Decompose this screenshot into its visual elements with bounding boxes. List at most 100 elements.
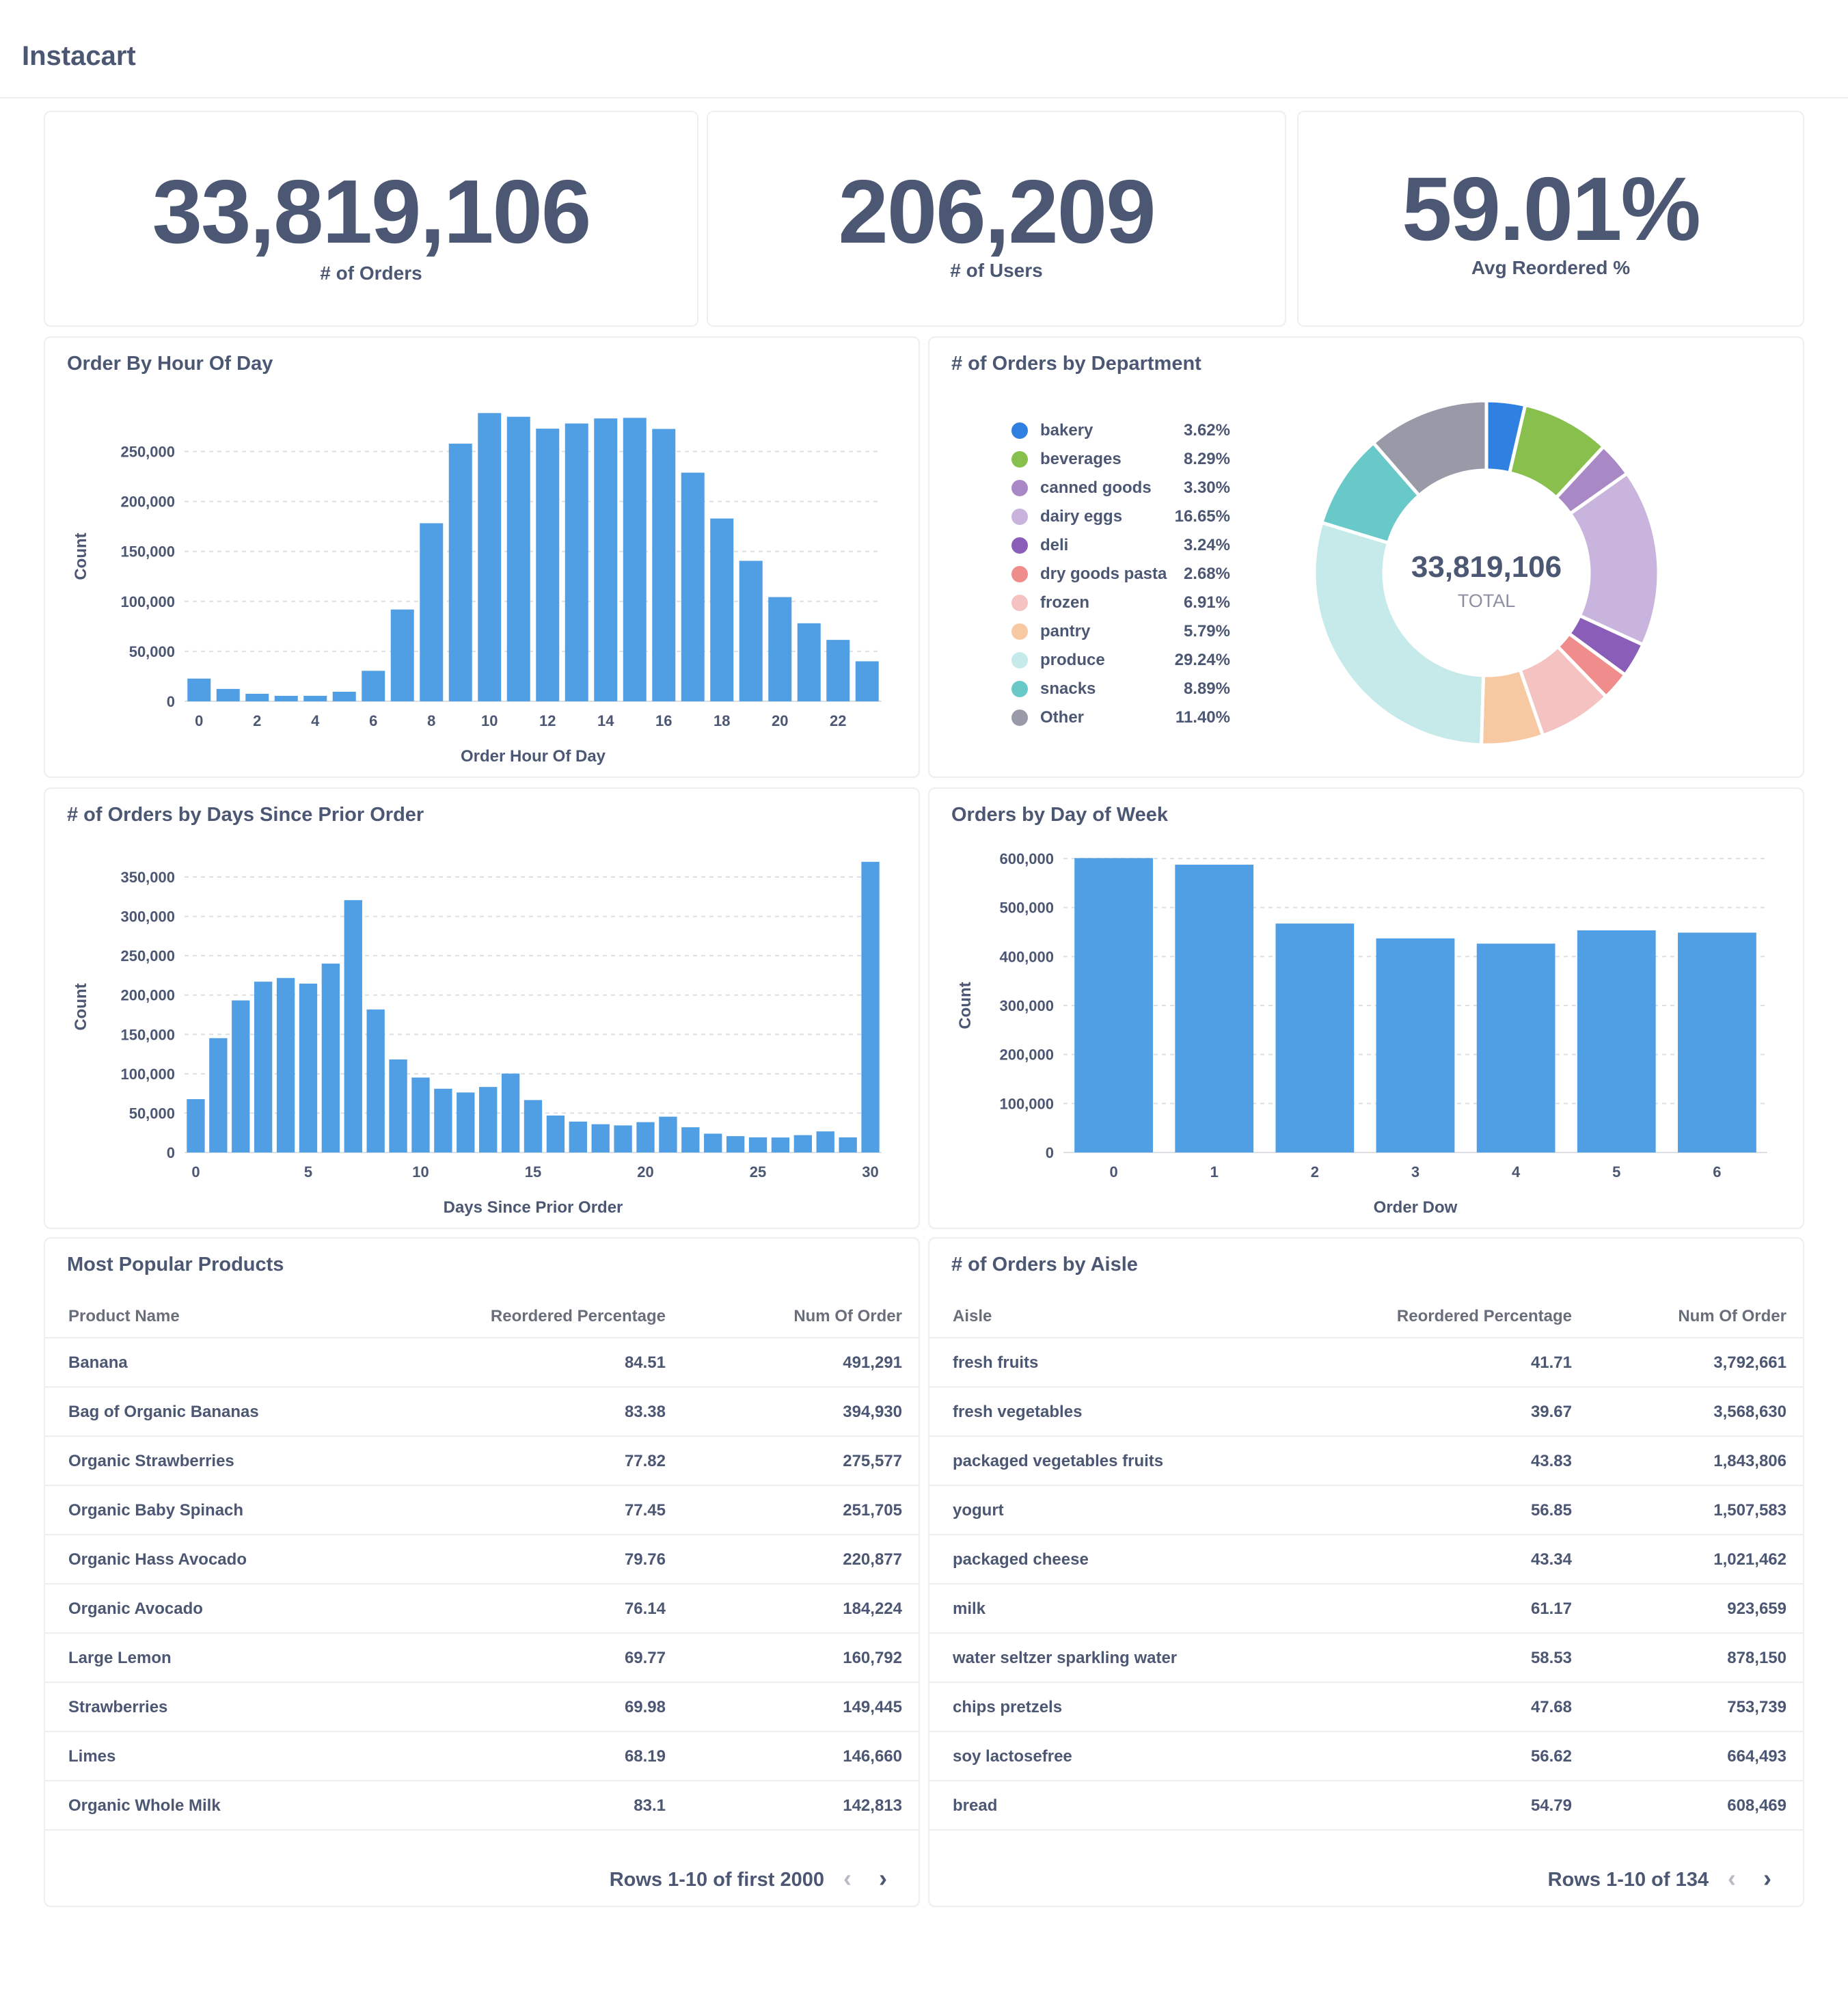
scalar-card-orders[interactable]: 33,819,106 # of Orders	[44, 111, 698, 327]
bar[interactable]	[321, 963, 340, 1152]
chart-card-department[interactable]: # of Orders by Department bakery 3.62% bev…	[928, 336, 1804, 778]
bar[interactable]	[704, 1133, 722, 1153]
table-row[interactable]: milk 61.17 923,659	[929, 1584, 1803, 1634]
bar[interactable]	[299, 984, 318, 1152]
bar[interactable]	[1678, 932, 1756, 1152]
bar[interactable]	[594, 418, 618, 701]
scalar-card-users[interactable]: 206,209 # of Users	[707, 111, 1286, 327]
bar[interactable]	[420, 523, 444, 701]
chart-card-days[interactable]: # of Orders by Days Since Prior Order 05…	[44, 787, 920, 1229]
bar[interactable]	[546, 1115, 565, 1152]
bar[interactable]	[1074, 858, 1153, 1152]
table-row[interactable]: yogurt 56.85 1,507,583	[929, 1486, 1803, 1535]
bar[interactable]	[362, 671, 385, 701]
bar[interactable]	[232, 1000, 250, 1152]
bar[interactable]	[344, 900, 362, 1152]
bar[interactable]	[478, 413, 502, 701]
bar[interactable]	[448, 444, 472, 701]
bar[interactable]	[681, 1127, 700, 1152]
bar[interactable]	[187, 678, 211, 701]
bar[interactable]	[826, 640, 850, 701]
bar[interactable]	[187, 1098, 205, 1152]
bar[interactable]	[434, 1088, 452, 1152]
bar[interactable]	[861, 861, 880, 1152]
table-row[interactable]: Bag of Organic Bananas 83.38 394,930	[45, 1388, 919, 1437]
bar[interactable]	[216, 688, 240, 701]
bar[interactable]	[614, 1125, 632, 1152]
bar[interactable]	[839, 1137, 857, 1152]
bar[interactable]	[411, 1077, 430, 1152]
chevron-left-icon[interactable]: ‹	[834, 1862, 861, 1896]
bar[interactable]	[524, 1100, 543, 1152]
bar[interactable]	[565, 423, 588, 701]
bar[interactable]	[652, 429, 676, 701]
bar[interactable]	[1577, 930, 1656, 1152]
bar[interactable]	[276, 977, 295, 1152]
table-row[interactable]: Organic Strawberries 77.82 275,577	[45, 1437, 919, 1486]
bar[interactable]	[457, 1092, 475, 1152]
bar[interactable]	[501, 1073, 520, 1152]
bar[interactable]	[390, 609, 414, 701]
bar[interactable]	[536, 429, 560, 701]
table-row[interactable]: Limes 68.19 146,660	[45, 1732, 919, 1781]
table-row[interactable]: fresh fruits 41.71 3,792,661	[929, 1338, 1803, 1388]
bar[interactable]	[816, 1131, 834, 1152]
column-header[interactable]: Num Of Order	[793, 1307, 902, 1326]
bar[interactable]	[1476, 943, 1555, 1152]
column-header[interactable]: Num Of Order	[1678, 1307, 1786, 1326]
chevron-right-icon[interactable]: ›	[869, 1862, 897, 1896]
table-row[interactable]: packaged cheese 43.34 1,021,462	[929, 1535, 1803, 1584]
bar[interactable]	[726, 1136, 745, 1152]
chart-card-dow[interactable]: Orders by Day of Week 0 100,000 200,000 300…	[928, 787, 1804, 1229]
bar[interactable]	[274, 695, 298, 701]
table-row[interactable]: chips pretzels 47.68 753,739	[929, 1683, 1803, 1732]
table-row[interactable]: soy lactosefree 56.62 664,493	[929, 1732, 1803, 1781]
column-header[interactable]: Reordered Percentage	[1397, 1307, 1572, 1326]
table-row[interactable]: Organic Avocado 76.14 184,224	[45, 1584, 919, 1634]
bar[interactable]	[1376, 938, 1455, 1152]
table-row[interactable]: packaged vegetables fruits 43.83 1,843,806	[929, 1437, 1803, 1486]
bar[interactable]	[366, 1009, 385, 1152]
table-row[interactable]: Organic Hass Avocado 79.76 220,877	[45, 1535, 919, 1584]
bar[interactable]	[681, 472, 705, 701]
bar[interactable]	[209, 1038, 228, 1152]
bar[interactable]	[569, 1121, 587, 1152]
bar[interactable]	[636, 1122, 655, 1152]
bar[interactable]	[389, 1059, 407, 1152]
bar[interactable]	[768, 597, 792, 701]
bar[interactable]	[797, 623, 821, 701]
table-row[interactable]: Organic Baby Spinach 77.45 251,705	[45, 1486, 919, 1535]
table-row[interactable]: Large Lemon 69.77 160,792	[45, 1634, 919, 1683]
table-row[interactable]: Banana 84.51 491,291	[45, 1338, 919, 1388]
bar[interactable]	[332, 692, 356, 701]
column-header[interactable]: Aisle	[953, 1307, 992, 1326]
table-card-products[interactable]: Most Popular Products Product Name Reorde…	[44, 1237, 920, 1907]
scalar-card-reordered[interactable]: 59.01% Avg Reordered %	[1297, 111, 1804, 327]
table-row[interactable]: Organic Whole Milk 83.1 142,813	[45, 1781, 919, 1831]
chart-card-hour[interactable]: Order By Hour Of Day 0 50,000 100,000 150,0…	[44, 336, 920, 778]
chevron-right-icon[interactable]: ›	[1754, 1862, 1781, 1896]
bar[interactable]	[479, 1087, 498, 1152]
bar[interactable]	[793, 1135, 812, 1152]
bar[interactable]	[245, 693, 269, 701]
bar[interactable]	[748, 1137, 767, 1152]
table-row[interactable]: water seltzer sparkling water 58.53 878,15…	[929, 1634, 1803, 1683]
bar[interactable]	[591, 1124, 610, 1152]
table-row[interactable]: Strawberries 69.98 149,445	[45, 1683, 919, 1732]
bar[interactable]	[710, 518, 734, 701]
bar[interactable]	[1275, 923, 1355, 1152]
chevron-left-icon[interactable]: ‹	[1718, 1862, 1745, 1896]
bar[interactable]	[855, 661, 879, 701]
bar[interactable]	[1175, 864, 1254, 1152]
table-card-aisles[interactable]: # of Orders by Aisle Aisle Reordered Perc…	[928, 1237, 1804, 1907]
bar[interactable]	[739, 561, 763, 701]
table-row[interactable]: fresh vegetables 39.67 3,568,630	[929, 1388, 1803, 1437]
bar[interactable]	[506, 416, 530, 701]
column-header[interactable]: Product Name	[68, 1307, 180, 1326]
bar[interactable]	[623, 418, 647, 701]
bar[interactable]	[659, 1116, 677, 1152]
bar[interactable]	[303, 695, 327, 701]
bar[interactable]	[771, 1137, 790, 1152]
bar[interactable]	[254, 982, 273, 1152]
table-row[interactable]: bread 54.79 608,469	[929, 1781, 1803, 1831]
